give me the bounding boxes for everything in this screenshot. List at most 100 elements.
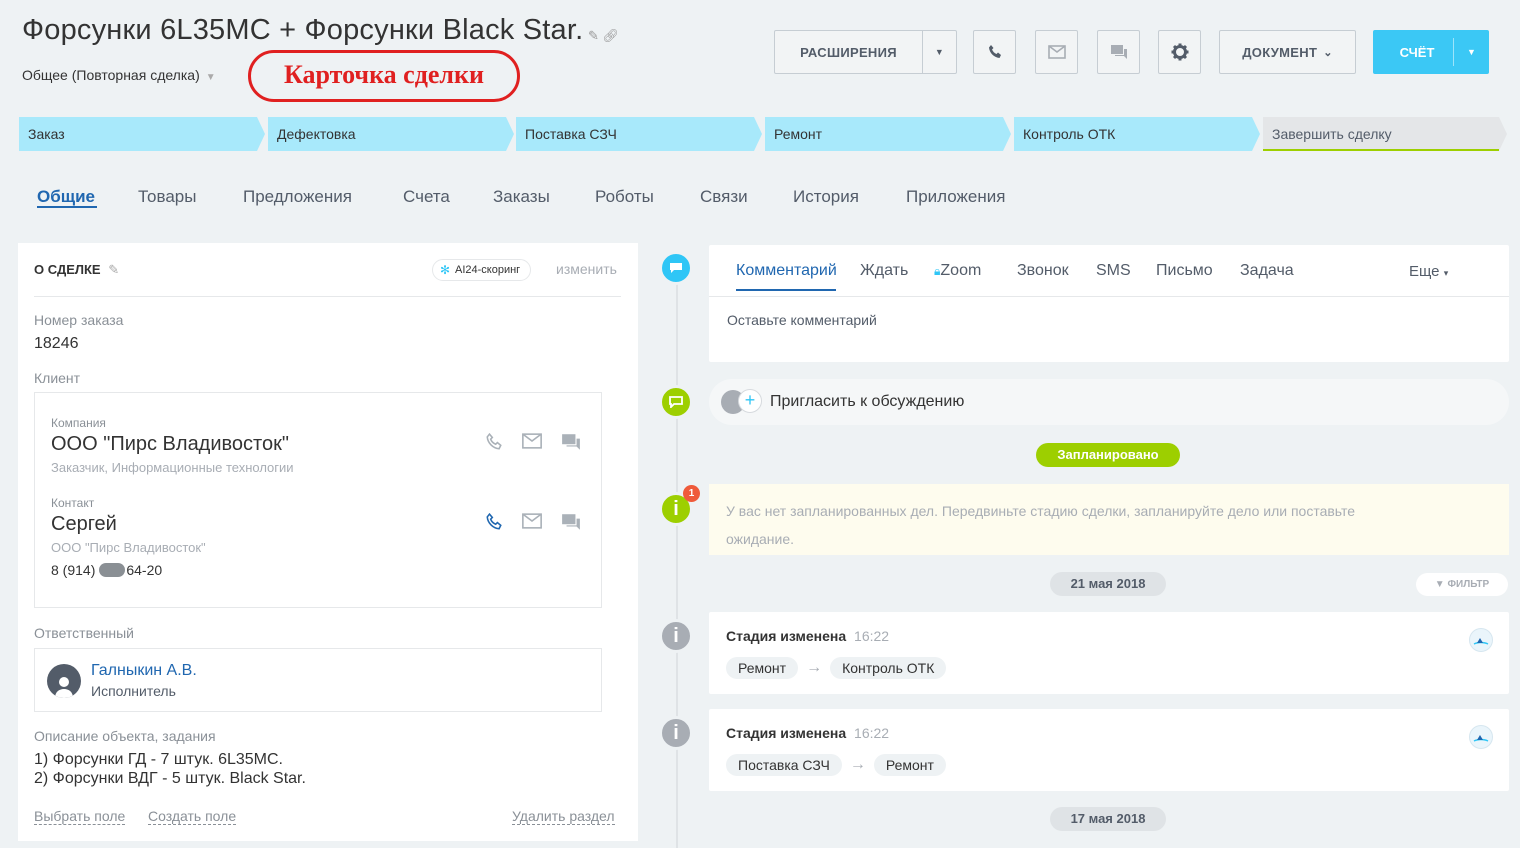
user-icon — [55, 677, 73, 698]
avatar[interactable] — [47, 664, 81, 698]
event-title: Стадия изменена 16:22 — [726, 628, 890, 644]
contact-phone[interactable]: 8 (914) 64-20 — [51, 562, 162, 578]
composer-tab-4[interactable]: Звонок — [1017, 262, 1069, 280]
email-button[interactable] — [1035, 30, 1078, 74]
ai-scoring-badge[interactable]: ✻ AI24-скоринг — [432, 259, 532, 281]
add-icon: + — [738, 389, 762, 413]
edit-pencil-icon[interactable]: ✎ — [588, 28, 599, 43]
stage-4[interactable]: Ремонт — [765, 117, 1011, 151]
tab-8[interactable]: История — [793, 187, 859, 207]
create-field-link[interactable]: Создать поле — [148, 808, 237, 825]
chat-icon[interactable] — [561, 433, 581, 451]
caret-down-icon: ▼ — [205, 72, 216, 83]
event-title: Стадия изменена 16:22 — [726, 725, 890, 741]
phone-icon[interactable] — [485, 433, 503, 451]
stage-1[interactable]: Заказ — [19, 117, 265, 151]
category-label: Общее (Повторная сделка) — [22, 67, 200, 83]
event-card: Стадия изменена 16:22 Поставка СЗЧ → Ремонт — [709, 709, 1509, 791]
chevron-down-icon[interactable]: ▼ — [922, 31, 956, 73]
link-icon[interactable]: 🔗︎ — [603, 28, 620, 43]
composer-tab-6[interactable]: Письмо — [1156, 262, 1213, 280]
responsible-role: Исполнитель — [91, 683, 176, 699]
extensions-button[interactable]: РАСШИРЕНИЯ ▼ — [774, 30, 957, 74]
planned-badge: Запланировано — [1036, 443, 1180, 467]
stage-2[interactable]: Дефектовка — [268, 117, 514, 151]
comment-input[interactable]: Оставьте комментарий — [727, 312, 1487, 328]
responsible-label: Ответственный — [34, 625, 134, 641]
phone-icon[interactable] — [485, 513, 503, 531]
gear-icon — [1171, 43, 1188, 61]
from-stage: Ремонт — [726, 657, 799, 679]
call-button[interactable] — [973, 30, 1016, 74]
stage-5[interactable]: Контроль ОТК — [1014, 117, 1260, 151]
edit-pencil-icon[interactable]: ✎ — [108, 262, 119, 277]
company-name[interactable]: ООО "Пирс Владивосток" — [51, 433, 289, 456]
redacted-blur — [99, 563, 126, 577]
chevron-down-icon[interactable]: ▼ — [1453, 38, 1489, 66]
contact-name[interactable]: Сергей — [51, 513, 117, 536]
more-dropdown[interactable]: Еще ▾ — [1409, 263, 1448, 280]
annotation-label: Карточка сделки — [248, 50, 520, 102]
stage-change: Ремонт → Контроль ОТК — [726, 657, 947, 679]
user-avatar-icon[interactable] — [1469, 725, 1493, 749]
invite-label: Пригласить к обсуждению — [770, 393, 965, 410]
section-title: О СДЕЛКЕ ✎ — [34, 262, 120, 277]
notice-count-badge: 1 — [683, 485, 700, 502]
stage-3[interactable]: Поставка СЗЧ — [516, 117, 762, 151]
tab-3[interactable]: Предложения — [243, 187, 352, 207]
composer-tab-3[interactable]: 🔒︎Zoom — [934, 262, 981, 280]
chat-icon[interactable] — [561, 513, 581, 531]
stage-label: Контроль ОТК — [1023, 126, 1116, 142]
stage-label: Заказ — [28, 126, 65, 142]
change-link[interactable]: изменить — [556, 261, 617, 277]
composer-tab-7[interactable]: Задача — [1240, 262, 1294, 280]
extensions-label: РАСШИРЕНИЯ — [800, 44, 897, 60]
tab-6[interactable]: Роботы — [595, 187, 654, 207]
composer-tab-1[interactable]: Комментарий — [736, 262, 837, 280]
contact-company: ООО "Пирс Владивосток" — [51, 540, 206, 555]
arrow-right-icon: → — [806, 659, 823, 676]
deal-info-panel: О СДЕЛКЕ ✎ ✻ AI24-скоринг изменить Номер… — [18, 243, 638, 841]
select-field-link[interactable]: Выбрать поле — [34, 808, 126, 825]
description-line: 2) Форсунки ВДГ - 5 штук. Black Star. — [34, 770, 306, 787]
info-icon: i — [659, 619, 693, 653]
document-button[interactable]: ДОКУМЕНТ ⌄ — [1219, 30, 1356, 74]
caret-down-icon: ▾ — [1443, 268, 1449, 278]
invite-bar[interactable]: + Пригласить к обсуждению — [709, 379, 1509, 425]
deal-category[interactable]: Общее (Повторная сделка) ▼ — [22, 67, 216, 83]
active-tab-underline — [37, 206, 97, 208]
composer-tab-5[interactable]: SMS — [1096, 262, 1131, 280]
responsible-name[interactable]: Галныкин А.В. — [91, 662, 197, 680]
filter-button[interactable]: ▼ ФИЛЬТР — [1416, 573, 1508, 596]
tab-2[interactable]: Товары — [138, 187, 196, 207]
envelope-icon — [1047, 45, 1066, 59]
composer-card: Комментарий Ждать 🔒︎Zoom Звонок SMS Письмо Зад… — [709, 245, 1509, 362]
event-time: 16:22 — [854, 628, 890, 644]
order-number-value: 18246 — [34, 335, 79, 352]
delete-section-link[interactable]: Удалить раздел — [512, 808, 615, 825]
composer-tab-underline — [736, 289, 836, 291]
responsible-card: Галныкин А.В. Исполнитель — [34, 648, 602, 712]
date-divider: 17 мая 2018 — [1050, 807, 1166, 831]
envelope-icon[interactable] — [521, 513, 543, 529]
tab-1[interactable]: Общие — [37, 187, 95, 207]
deal-title: Форсунки 6L35MC + Форсунки Black Star. — [22, 14, 584, 46]
settings-button[interactable] — [1158, 30, 1201, 74]
tab-9[interactable]: Приложения — [906, 187, 1005, 207]
tab-5[interactable]: Заказы — [493, 187, 550, 207]
tab-4[interactable]: Счета — [403, 187, 450, 207]
info-icon: i — [659, 716, 693, 750]
user-avatar-icon[interactable] — [1469, 628, 1493, 652]
stage-6[interactable]: Завершить сделку — [1263, 117, 1507, 151]
envelope-icon[interactable] — [521, 433, 543, 449]
chat-button[interactable] — [1097, 30, 1140, 74]
tab-7[interactable]: Связи — [700, 187, 748, 207]
stage-label: Завершить сделку — [1272, 126, 1392, 142]
timeline-line — [676, 260, 678, 848]
composer-tab-2[interactable]: Ждать — [860, 262, 908, 280]
invoice-button[interactable]: СЧЁТ ▼ — [1373, 30, 1489, 74]
scoring-icon: ✻ — [440, 263, 451, 277]
client-label: Клиент — [34, 370, 81, 386]
event-time: 16:22 — [854, 725, 890, 741]
stage-label: Дефектовка — [277, 126, 356, 142]
